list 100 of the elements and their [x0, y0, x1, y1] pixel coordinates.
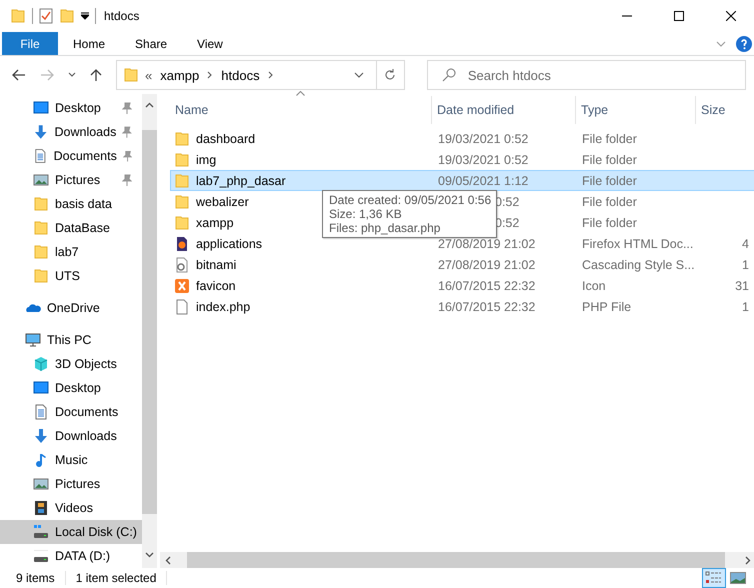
file-type: File folder	[582, 216, 637, 230]
ribbon-tab[interactable]: Home	[58, 32, 120, 55]
file-type: Cascading Style S...	[582, 258, 695, 272]
file-name[interactable]: img	[196, 152, 216, 166]
breadcrumb[interactable]: htdocs	[219, 68, 262, 82]
file-name[interactable]: applications	[196, 236, 262, 250]
nav-item[interactable]: 3D Objects	[0, 352, 142, 376]
pin-icon[interactable]	[122, 174, 132, 186]
folder-icon	[123, 67, 139, 83]
scroll-up-icon[interactable]	[145, 102, 154, 108]
chevron-down-icon[interactable]	[354, 72, 364, 78]
tooltip-line: Files: php_dasar.php	[329, 221, 442, 235]
folder-icon	[33, 220, 49, 236]
scroll-down-icon[interactable]	[145, 552, 154, 558]
scrollbar[interactable]	[142, 94, 157, 568]
folder-icon	[33, 268, 49, 284]
column-header[interactable]: Name	[170, 96, 432, 124]
column-header[interactable]: Date modified	[432, 96, 576, 124]
ribbon-tab[interactable]: Share	[120, 32, 182, 55]
nav-item[interactable]: Downloads	[0, 424, 142, 448]
date-modified: 19/03/2021 0:52	[438, 152, 528, 166]
refresh-button[interactable]	[376, 60, 405, 90]
music-note-icon	[33, 452, 49, 468]
column-header[interactable]: Size	[696, 96, 754, 124]
tooltip-line: Date created: 09/05/2021 0:56	[329, 193, 492, 207]
monitor-icon	[33, 100, 49, 116]
file-name[interactable]: lab7_php_dasar	[196, 174, 286, 188]
search-icon	[442, 68, 456, 82]
nav-item[interactable]: lab7	[0, 240, 142, 264]
nav-item[interactable]: Desktop	[0, 376, 142, 400]
breadcrumb[interactable]: xampp	[158, 68, 202, 82]
file-name[interactable]: index.php	[196, 300, 250, 314]
close-icon	[726, 11, 736, 21]
browser-file-icon	[174, 236, 190, 252]
file-name[interactable]: webalizer	[196, 194, 249, 208]
file-type: File folder	[582, 152, 637, 166]
chevron-right-icon[interactable]	[207, 71, 214, 79]
pin-icon[interactable]	[122, 126, 132, 138]
file-name[interactable]: bitnami	[196, 258, 236, 272]
file-name[interactable]: dashboard	[196, 132, 256, 146]
file-type: PHP File	[582, 300, 632, 314]
nav-item[interactable]: DATA (D:)	[0, 544, 142, 568]
pin-icon[interactable]	[122, 150, 132, 162]
date-modified: 27/08/2019 21:02	[438, 258, 536, 272]
nav-item[interactable]: Local Disk (C:)	[0, 520, 142, 544]
date-modified: 27/08/2019 21:02	[438, 236, 536, 250]
nav-item[interactable]: Pictures	[0, 472, 142, 496]
chevron-right-icon[interactable]	[268, 71, 274, 79]
nav-item[interactable]: Documents	[0, 144, 142, 168]
nav-item[interactable]: Pictures	[0, 168, 142, 192]
dropdown-icon[interactable]	[81, 12, 89, 20]
document-icon	[33, 404, 49, 420]
address-bar[interactable]: « xampp htdocs	[116, 60, 377, 90]
selection-count: 1 item selected	[76, 571, 168, 585]
file-size: 1	[742, 258, 749, 272]
folder-icon	[174, 152, 190, 168]
image-icon	[33, 172, 49, 188]
scroll-left-icon[interactable]	[165, 556, 171, 564]
overflow-chevron[interactable]: «	[145, 68, 152, 82]
monitor-icon	[25, 332, 41, 348]
file-type: File folder	[582, 132, 637, 146]
file-icon	[174, 298, 190, 314]
scroll-right-icon[interactable]	[745, 556, 751, 564]
nav-item[interactable]: Videos	[0, 496, 142, 520]
view-button[interactable]	[702, 568, 726, 588]
folder-icon	[174, 130, 190, 146]
app-logo-icon	[174, 278, 190, 294]
help-icon[interactable]	[736, 36, 752, 52]
file-name[interactable]: xampp	[196, 216, 234, 230]
ribbon-tab[interactable]: View	[182, 32, 238, 55]
nav-item[interactable]: This PC	[0, 328, 142, 352]
window-title: htdocs	[104, 9, 140, 23]
down-arrow-icon	[33, 428, 49, 444]
column-header[interactable]: Type	[576, 96, 696, 124]
horizontal-scrollbar[interactable]	[160, 552, 754, 568]
nav-item[interactable]: DataBase	[0, 216, 142, 240]
document-icon	[33, 148, 48, 164]
new-folder-icon	[59, 8, 75, 24]
folder-icon	[10, 8, 26, 24]
refresh-icon	[384, 69, 396, 81]
film-icon	[33, 500, 49, 516]
pin-icon[interactable]	[122, 102, 132, 114]
item-count: 9 items	[16, 571, 66, 585]
folder-icon	[174, 172, 190, 188]
nav-item[interactable]: Downloads	[0, 120, 142, 144]
file-tab[interactable]: File	[2, 32, 58, 55]
file-size: 31	[735, 278, 749, 292]
nav-item[interactable]: Desktop	[0, 96, 142, 120]
nav-item[interactable]: OneDrive	[0, 296, 142, 320]
folder-icon	[174, 214, 190, 230]
date-modified: 19/03/2021 0:52	[438, 132, 528, 146]
nav-item[interactable]: UTS	[0, 264, 142, 288]
nav-item[interactable]: Documents	[0, 400, 142, 424]
properties-icon[interactable]	[39, 8, 53, 24]
nav-item[interactable]: basis data	[0, 192, 142, 216]
nav-item[interactable]: Music	[0, 448, 142, 472]
search-field[interactable]: Search htdocs	[426, 60, 746, 90]
file-name[interactable]: favicon	[196, 278, 236, 292]
date-modified: 16/07/2015 22:32	[438, 300, 536, 314]
selected-row[interactable]: lab7_php_dasar 09/05/2021 1:12 File folder	[170, 170, 754, 191]
